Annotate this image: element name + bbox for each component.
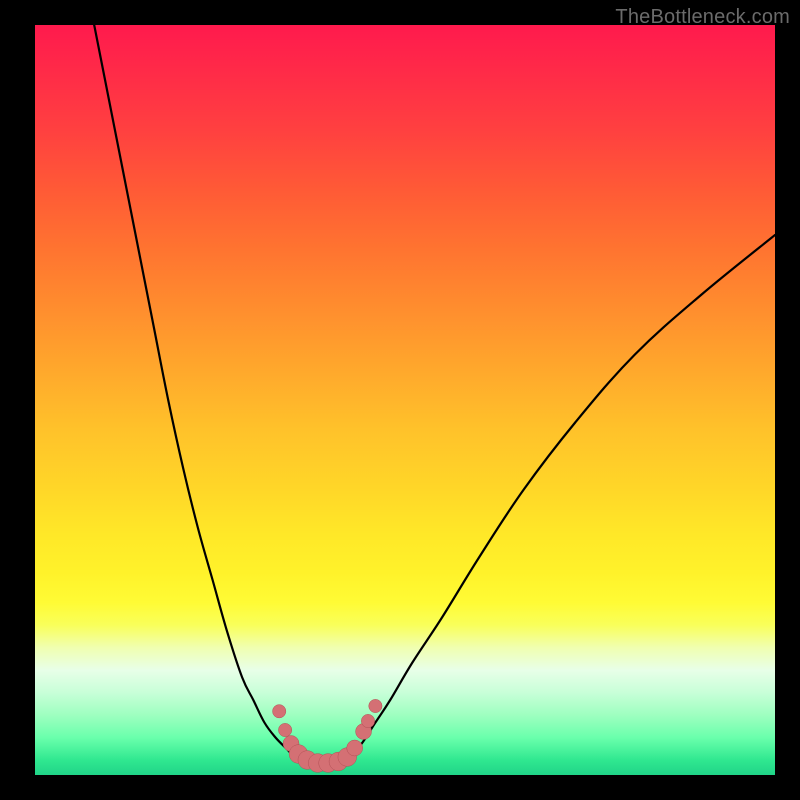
bottleneck-curve [94,25,775,764]
marker-dot [278,723,291,736]
chart-stage: TheBottleneck.com [0,0,800,800]
marker-dot [361,714,374,727]
marker-dot [273,705,286,718]
chart-svg [35,25,775,775]
plot-area [35,25,775,775]
marker-group [273,699,383,772]
watermark-text: TheBottleneck.com [615,6,790,29]
marker-dot [347,740,363,756]
marker-dot [369,699,382,712]
